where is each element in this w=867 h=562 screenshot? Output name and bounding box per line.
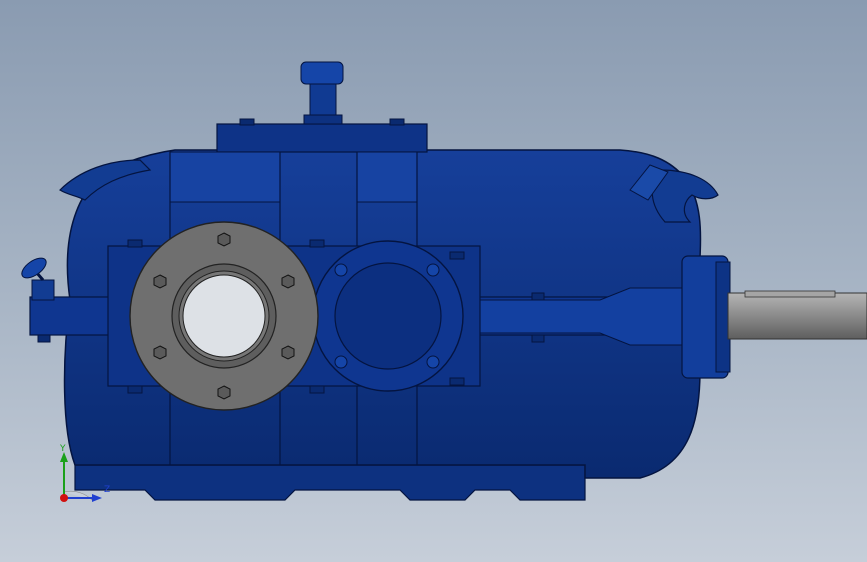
rib-panel bbox=[356, 151, 418, 203]
triad-origin bbox=[60, 494, 68, 502]
axis-triad bbox=[60, 452, 102, 502]
breather-cap bbox=[300, 61, 344, 85]
y-axis-label: Y bbox=[60, 444, 66, 454]
rib-panel bbox=[169, 151, 281, 203]
oil-valve-body bbox=[31, 279, 55, 301]
cover-bolt bbox=[239, 118, 255, 126]
shaft-keyway bbox=[744, 290, 836, 298]
cover-bolt bbox=[389, 118, 405, 126]
inspection-cover bbox=[216, 123, 428, 153]
input-bore bbox=[182, 274, 266, 358]
z-axis-arrow bbox=[92, 494, 102, 502]
z-axis-label: Z bbox=[104, 485, 111, 495]
output-shaft bbox=[727, 292, 867, 340]
breather-base bbox=[303, 114, 343, 125]
cad-viewport[interactable]: Y Z bbox=[0, 0, 867, 562]
output-end-cover-inner bbox=[334, 262, 442, 370]
oil-valve-handwheel bbox=[21, 257, 47, 279]
